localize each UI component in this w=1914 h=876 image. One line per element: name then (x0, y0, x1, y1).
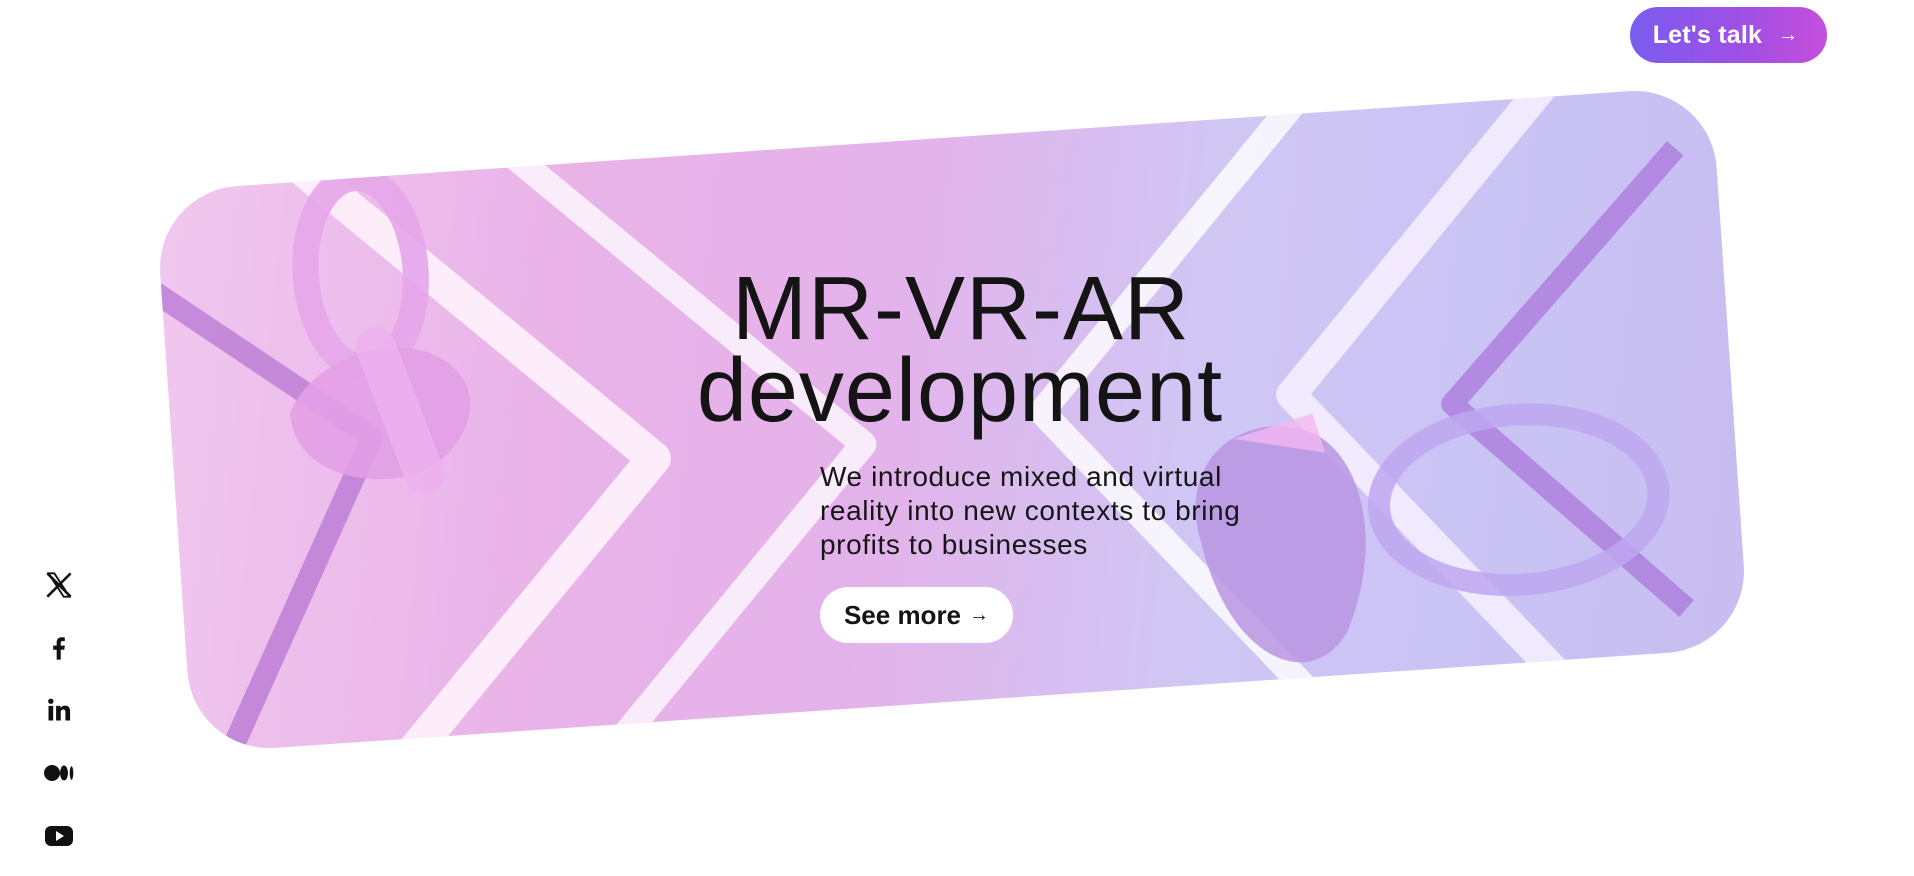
arrow-right-icon: → (969, 603, 990, 626)
x-twitter-link[interactable] (40, 566, 78, 604)
see-more-button[interactable]: See more → (820, 587, 1013, 643)
lets-talk-label: Let's talk (1652, 20, 1763, 49)
hero-title-line-1: MR-VR-AR (732, 259, 1190, 359)
hero-title-line-2: development (696, 341, 1224, 441)
linkedin-icon (48, 698, 71, 721)
hero-description-line-2: reality into new contexts to bring (820, 495, 1241, 526)
page: Let's talk → MR-VR-AR development We int… (0, 0, 1914, 876)
lets-talk-button[interactable]: Let's talk → (1630, 7, 1827, 63)
facebook-icon (53, 637, 65, 660)
x-twitter-icon (46, 572, 72, 598)
youtube-link[interactable] (40, 817, 78, 855)
hero-description: We introduce mixed and virtual reality i… (820, 460, 1260, 562)
facebook-link[interactable] (40, 629, 78, 667)
medium-link[interactable] (40, 754, 78, 792)
youtube-icon (45, 826, 73, 846)
see-more-label: See more (843, 599, 962, 630)
medium-icon (44, 765, 74, 781)
hero-description-line-1: We introduce mixed and virtual (820, 461, 1222, 492)
linkedin-link[interactable] (40, 691, 78, 729)
hero-description-line-3: profits to businesses (820, 529, 1088, 560)
hero-title: MR-VR-AR development (560, 259, 1360, 441)
arrow-right-icon: → (1778, 23, 1799, 46)
